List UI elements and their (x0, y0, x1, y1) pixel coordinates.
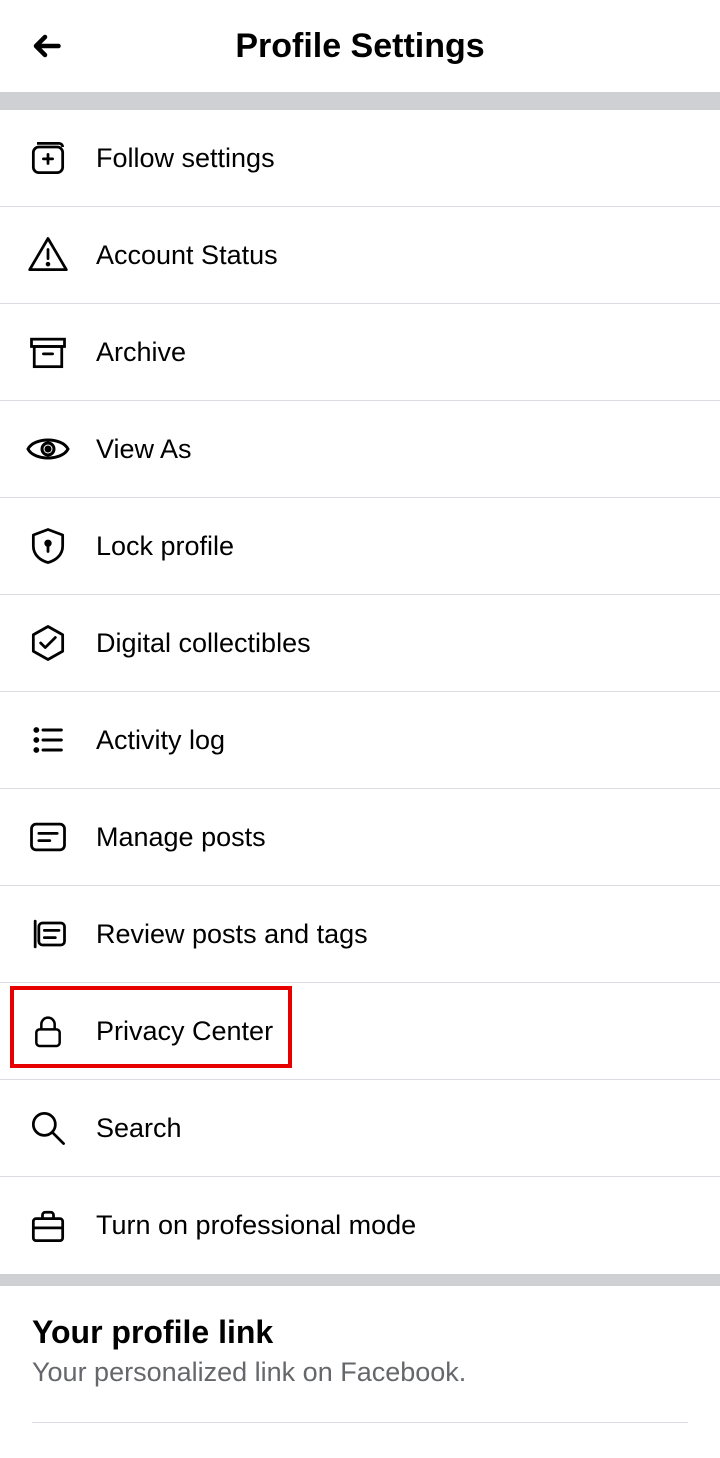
menu-label: Search (96, 1113, 182, 1144)
menu-item-professional-mode[interactable]: Turn on professional mode (0, 1177, 720, 1274)
briefcase-icon (24, 1202, 72, 1250)
menu-label: Lock profile (96, 531, 234, 562)
menu-label: Turn on professional mode (96, 1210, 416, 1241)
menu-item-digital-collectibles[interactable]: Digital collectibles (0, 595, 720, 692)
menu-item-lock-profile[interactable]: Lock profile (0, 498, 720, 595)
menu-label: Digital collectibles (96, 628, 311, 659)
menu-label: Account Status (96, 240, 278, 271)
section-subtitle: Your personalized link on Facebook. (32, 1357, 688, 1388)
follow-icon (24, 134, 72, 182)
menu-item-activity-log[interactable]: Activity log (0, 692, 720, 789)
search-icon (24, 1104, 72, 1152)
menu-item-follow-settings[interactable]: Follow settings (0, 110, 720, 207)
settings-menu-list: Follow settings Account Status Archive (0, 110, 720, 1274)
menu-item-account-status[interactable]: Account Status (0, 207, 720, 304)
menu-item-privacy-center[interactable]: Privacy Center (0, 983, 720, 1080)
shield-icon (24, 522, 72, 570)
lock-icon (24, 1007, 72, 1055)
menu-item-manage-posts[interactable]: Manage posts (0, 789, 720, 886)
menu-item-archive[interactable]: Archive (0, 304, 720, 401)
menu-item-view-as[interactable]: View As (0, 401, 720, 498)
menu-label: Privacy Center (96, 1016, 273, 1047)
menu-label: Activity log (96, 725, 225, 756)
menu-item-search[interactable]: Search (0, 1080, 720, 1177)
header: Profile Settings (0, 0, 720, 92)
section-divider (32, 1422, 688, 1423)
profile-link-section: Your profile link Your personalized link… (0, 1286, 720, 1408)
section-separator (0, 1274, 720, 1286)
menu-label: Follow settings (96, 143, 275, 174)
archive-icon (24, 328, 72, 376)
warning-icon (24, 231, 72, 279)
page-title: Profile Settings (235, 27, 484, 66)
menu-item-review-posts-tags[interactable]: Review posts and tags (0, 886, 720, 983)
back-arrow-icon (30, 28, 66, 64)
menu-label: View As (96, 434, 192, 465)
menu-label: Review posts and tags (96, 919, 368, 950)
back-button[interactable] (28, 26, 68, 66)
eye-icon (24, 425, 72, 473)
review-icon (24, 910, 72, 958)
hexagon-check-icon (24, 619, 72, 667)
post-icon (24, 813, 72, 861)
section-separator (0, 92, 720, 110)
list-icon (24, 716, 72, 764)
menu-label: Manage posts (96, 822, 266, 853)
section-title: Your profile link (32, 1314, 688, 1351)
menu-label: Archive (96, 337, 186, 368)
